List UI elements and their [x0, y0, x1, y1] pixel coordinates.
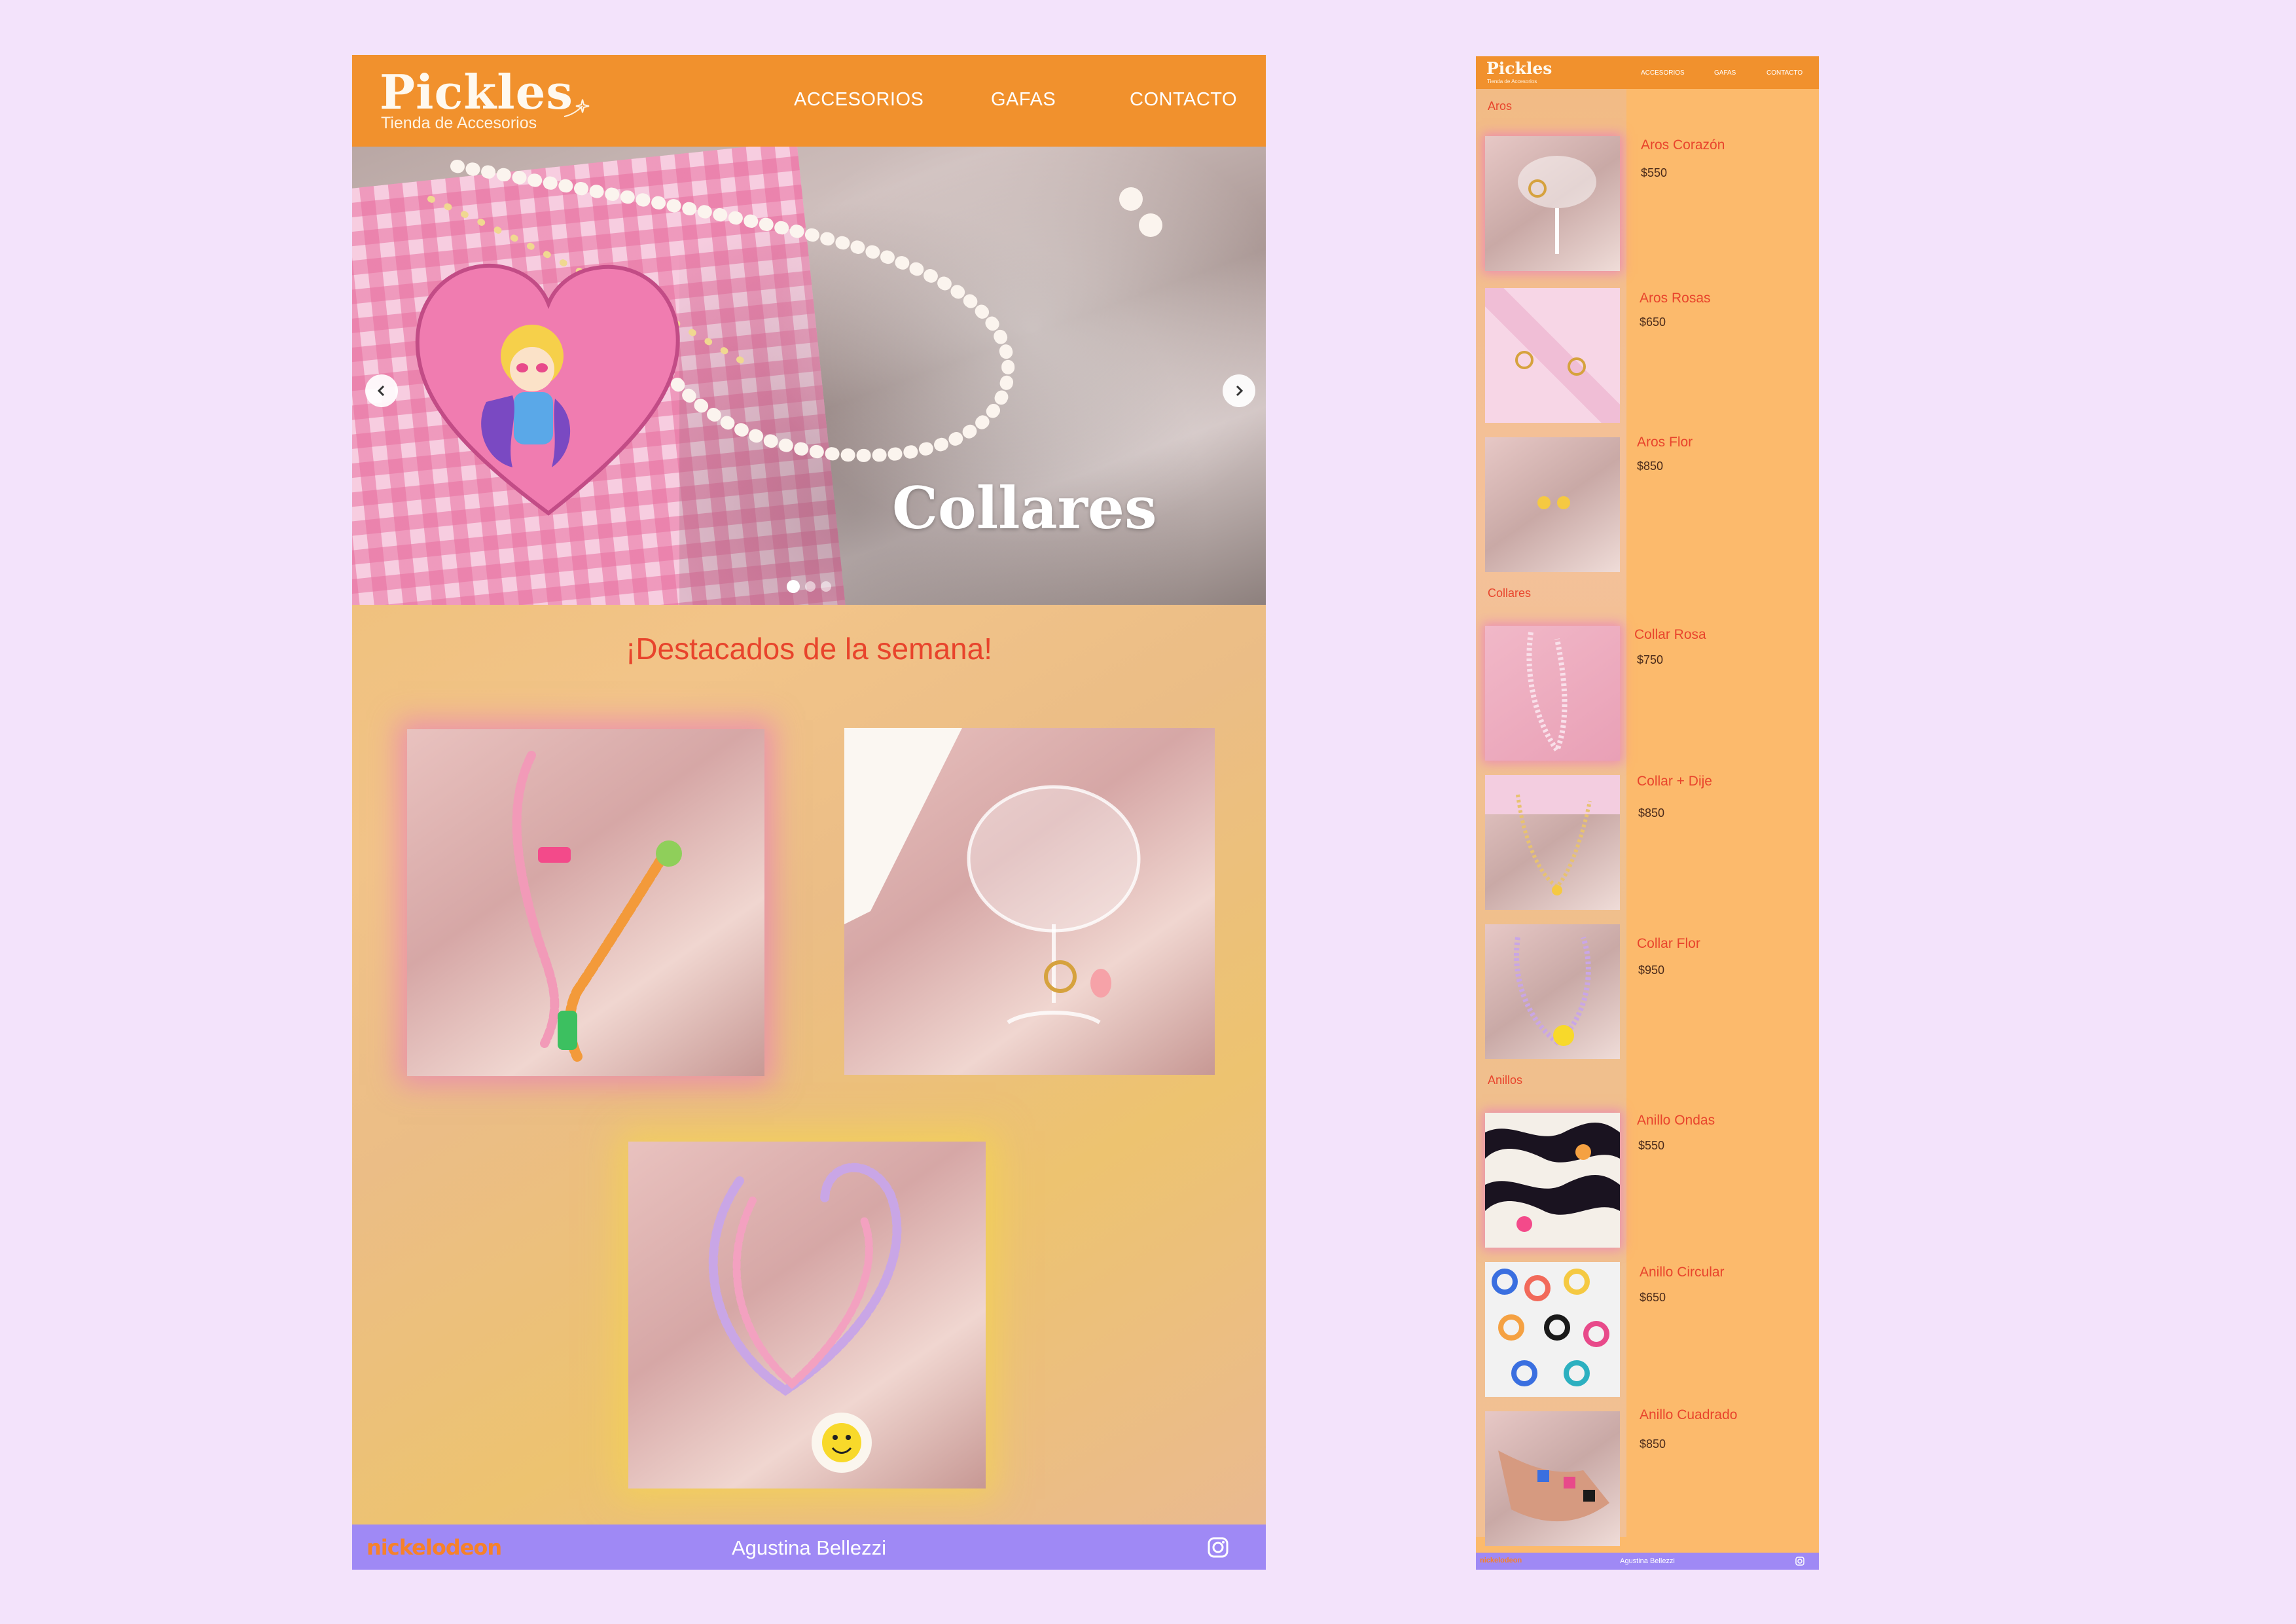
- flower-earrings-thumb: [1537, 496, 1570, 509]
- product-price: $850: [1638, 806, 1665, 820]
- site-footer: nickelodeon Agustina Bellezzi: [352, 1525, 1266, 1570]
- product-image-anillo-cuadrado[interactable]: [1485, 1411, 1620, 1546]
- product-image-aros-rosas[interactable]: [1485, 288, 1620, 423]
- product-price: $650: [1640, 316, 1666, 329]
- catalog-logo[interactable]: Pickles: [1486, 59, 1552, 78]
- desktop-page: Pickles Tienda de Accesorios ACCESORIOS …: [352, 55, 1266, 1570]
- colorful-rings-thumb: [1492, 1269, 1609, 1386]
- earrings-glass-image: [844, 728, 1141, 1024]
- wave-rings-thumb: [1485, 1113, 1620, 1248]
- product-name[interactable]: Aros Rosas: [1640, 291, 1711, 306]
- carousel-next-button[interactable]: [1223, 374, 1255, 407]
- category-aros: Aros: [1488, 99, 1513, 113]
- product-price: $850: [1637, 460, 1664, 473]
- product-name[interactable]: Anillo Cuadrado: [1640, 1407, 1737, 1423]
- carousel-prev-button[interactable]: [365, 374, 398, 407]
- footer-author: Agustina Bellezzi: [731, 1536, 887, 1559]
- smiley-necklace-thumb: [1514, 936, 1591, 1046]
- gingham-earrings-thumb: [1485, 288, 1620, 423]
- product-price: $650: [1640, 1291, 1666, 1304]
- product-name[interactable]: Aros Flor: [1637, 435, 1693, 450]
- site-logo[interactable]: Pickles: [380, 64, 573, 120]
- carousel-dot-3[interactable]: [821, 581, 831, 592]
- product-image-collar-flor[interactable]: [1485, 924, 1620, 1059]
- hero-carousel[interactable]: Collares: [352, 147, 1266, 605]
- site-subtitle: Tienda de Accesorios: [381, 114, 537, 132]
- heart-sticker-image: [415, 263, 680, 516]
- carousel-dot-1[interactable]: [787, 580, 800, 593]
- catalog-nav-accesorios[interactable]: ACCESORIOS: [1641, 69, 1685, 77]
- pink-necklace-thumb: [1526, 632, 1568, 756]
- featured-title: ¡Destacados de la semana!: [626, 632, 992, 666]
- catalog-footer-author: Agustina Bellezzi: [1620, 1557, 1675, 1565]
- product-image-anillo-ondas[interactable]: [1485, 1113, 1620, 1248]
- catalog-footer: nickelodeon Agustina Bellezzi: [1476, 1553, 1819, 1570]
- product-price: $850: [1640, 1437, 1666, 1451]
- product-price: $950: [1638, 964, 1665, 977]
- catalog-nav-contacto[interactable]: CONTACTO: [1767, 69, 1803, 77]
- category-anillos: Anillos: [1488, 1074, 1523, 1087]
- product-name[interactable]: Collar Rosa: [1634, 627, 1706, 643]
- category-collares: Collares: [1488, 586, 1532, 600]
- product-price: $550: [1638, 1139, 1665, 1152]
- chevron-right-icon: [1236, 385, 1244, 397]
- product-name[interactable]: Collar Flor: [1637, 936, 1700, 952]
- featured-photo-1[interactable]: [407, 729, 764, 1076]
- product-name[interactable]: Anillo Ondas: [1637, 1113, 1715, 1128]
- catalog-subtitle: Tienda de Accesorios: [1487, 79, 1537, 84]
- instagram-icon[interactable]: [1795, 1557, 1804, 1566]
- catalog-header: Pickles Tienda de Accesorios ACCESORIOS …: [1476, 56, 1819, 89]
- product-name[interactable]: Aros Corazón: [1641, 137, 1725, 153]
- instagram-icon[interactable]: [1207, 1536, 1229, 1559]
- carousel-dots: [787, 580, 831, 593]
- chevron-left-icon: [377, 385, 385, 397]
- hero-caption: Collares: [892, 474, 1157, 542]
- glass-earrings-thumb: [1518, 156, 1596, 254]
- product-image-collar-rosa[interactable]: [1485, 626, 1620, 761]
- product-name[interactable]: Collar + Dije: [1637, 774, 1712, 789]
- nav-accesorios[interactable]: ACCESORIOS: [794, 89, 924, 111]
- catalog-page: Pickles Tienda de Accesorios ACCESORIOS …: [1476, 56, 1819, 1570]
- pendant-necklace-thumb: [1485, 775, 1620, 895]
- product-image-anillo-circular[interactable]: [1485, 1262, 1620, 1397]
- carousel-dot-2[interactable]: [805, 581, 816, 592]
- product-price: $550: [1641, 166, 1668, 179]
- sparkle-icon: [564, 99, 590, 117]
- smiley-necklace-image: [708, 1163, 902, 1473]
- featured-photo-3[interactable]: [628, 1142, 986, 1489]
- hand-rings-thumb: [1498, 1451, 1609, 1522]
- product-name[interactable]: Anillo Circular: [1640, 1265, 1725, 1280]
- product-image-aros-corazon[interactable]: [1485, 136, 1620, 271]
- site-header: Pickles Tienda de Accesorios ACCESORIOS …: [352, 55, 1266, 147]
- catalog-nav-gafas[interactable]: GAFAS: [1714, 69, 1736, 77]
- featured-photo-2[interactable]: [844, 728, 1215, 1075]
- nav-gafas[interactable]: GAFAS: [991, 89, 1056, 111]
- product-price: $750: [1637, 653, 1664, 666]
- phone-strap-image: [512, 751, 682, 1062]
- product-image-collar-dije[interactable]: [1485, 775, 1620, 910]
- nav-contacto[interactable]: CONTACTO: [1130, 89, 1237, 111]
- product-image-aros-flor[interactable]: [1485, 437, 1620, 572]
